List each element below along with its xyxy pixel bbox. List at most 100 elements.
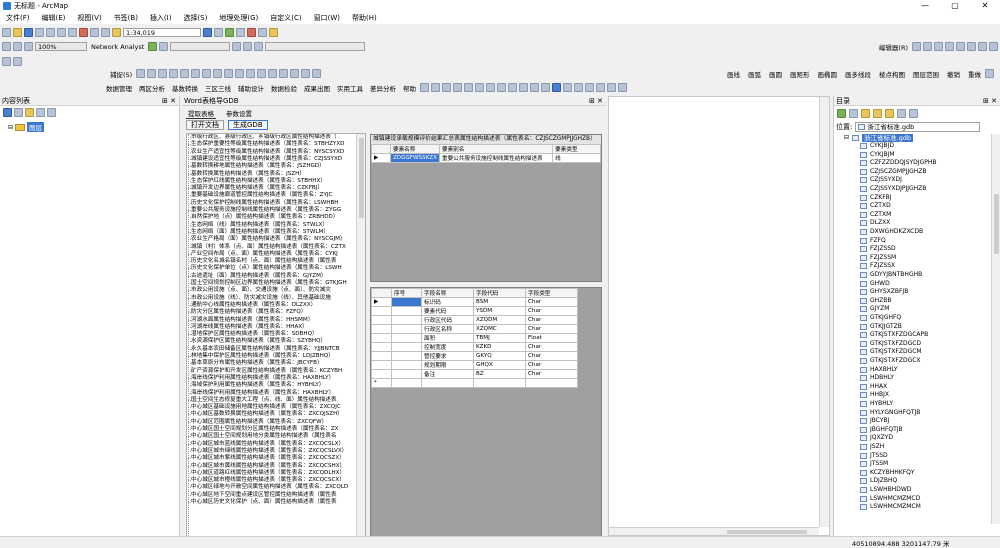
draw-line-icon[interactable]	[191, 69, 201, 78]
field-cell[interactable]	[391, 333, 422, 343]
tree-item[interactable]: 市政公用设施（线）、防灾减灾设施（线）、其他基础设施	[191, 295, 331, 302]
plugin-menu-item[interactable]: 两区分析	[137, 83, 167, 93]
field-cell[interactable]: Char	[525, 360, 578, 370]
tree-item[interactable]: 基数转换耕地属性结构描述表（属性表名：JSZHGD）	[191, 163, 325, 170]
open-document-button[interactable]: 打开文档	[186, 120, 224, 130]
maximize-button[interactable]: ▢	[940, 0, 970, 12]
tree-item[interactable]: 中心城区范围属性结构描述表（属性表名：ZXCQFW）	[191, 419, 327, 426]
tree-item[interactable]: 城镇建设适宜性等级属性结构描述表（属性表名：CZJSSYXD	[191, 156, 342, 163]
draw-dist-icon[interactable]	[312, 69, 322, 78]
feature-alias-cell[interactable]: 重要公共服务设施控制线属性结构描述表	[438, 153, 554, 163]
forward-icon[interactable]	[508, 83, 517, 92]
identify-icon[interactable]	[420, 83, 429, 92]
field-cell[interactable]: 管控要求	[421, 351, 474, 361]
field-cell[interactable]: Char	[525, 315, 578, 325]
edge-snap-icon[interactable]	[169, 69, 179, 78]
hatch-icon[interactable]	[2, 42, 11, 51]
zoom-combo[interactable]: 100%	[35, 42, 87, 51]
catalog-feature-class[interactable]: GTKJSTXFZDGCX	[860, 357, 921, 365]
catalog-feature-class[interactable]: GDYYJBNTBHGHB	[860, 271, 922, 279]
snapping-menu[interactable]: 捕捉(S)	[108, 69, 134, 79]
table-row[interactable]: 要素代码 YSDM Char	[371, 306, 578, 316]
catalog-feature-class[interactable]: GTKJSTXFZDGCD	[860, 340, 921, 348]
tree-item[interactable]: 海岸线保护利用属性结构描述表（属性表名：HAXBHLY）	[191, 375, 334, 382]
field-cell[interactable]: YSDM	[473, 306, 526, 316]
tree-item[interactable]: 历史文化保护控制线属性结构描述表（属性表名：LSWHBH	[191, 200, 339, 207]
tree-item[interactable]: 生态网络（面）属性结构描述表（属性表名：STWLM）	[191, 229, 329, 236]
catalog-feature-class[interactable]: GHYSXZBFJB	[860, 288, 908, 296]
table-icon[interactable]	[214, 28, 223, 37]
drawing-tool-button[interactable]: 画椭圆	[816, 69, 840, 79]
catalog-feature-class[interactable]: FZJZSSM	[860, 254, 896, 262]
hatch3-icon[interactable]	[24, 42, 33, 51]
field-cell[interactable]: Char	[525, 324, 578, 334]
tree-item[interactable]: 海岸线保护利用属性结构描述表（属性表名：HAXBHLY）	[191, 390, 334, 397]
tree-item[interactable]: 河湖水面属性结构描述表（属性表名：HHSMM）	[191, 317, 313, 324]
full-extent-icon[interactable]	[464, 83, 473, 92]
catalog-feature-class[interactable]: GTKJGHFQ	[860, 314, 901, 322]
tree-item[interactable]: 城镇（村）体系（点、面）属性结构描述表（属性表名：CZTX	[191, 244, 346, 251]
sketch-icon[interactable]	[923, 42, 932, 51]
catalog-feature-class[interactable]: JBGHFQTJB	[860, 426, 903, 434]
catalog-feature-class[interactable]: CZJSSYXDJ	[860, 176, 902, 184]
table-row[interactable]: 面积 TBMJ Float	[371, 333, 578, 343]
menu-item[interactable]: 自定义(C)	[264, 13, 307, 23]
html-popup-icon[interactable]	[596, 83, 605, 92]
catalog-scroll-thumb[interactable]	[994, 194, 999, 254]
tree-item[interactable]: 重要公共服务设施控制线属性结构描述表（属性表名：ZYGG	[191, 207, 341, 214]
drawing-tool-button[interactable]: 重做	[966, 69, 983, 79]
field-cell[interactable]	[391, 297, 422, 307]
catalog-feature-class[interactable]: KCZYBHHKFQY	[860, 469, 914, 477]
field-cell[interactable]	[525, 378, 578, 388]
catalog-feature-class[interactable]: HAXBHLY	[860, 366, 898, 374]
field-cell[interactable]	[391, 378, 422, 388]
catalog-feature-class[interactable]: LSWHMCMZMCM	[860, 503, 921, 511]
solve-icon[interactable]	[232, 42, 242, 51]
zoom-out-icon[interactable]	[442, 83, 451, 92]
tree-item[interactable]: 重要基础设施廊道管控属性结构描述表（属性表名：ZYJC	[191, 192, 332, 199]
table-row[interactable]: 行政区代码 XZQDM Char	[371, 315, 578, 325]
catalog-feature-class[interactable]: GTKJSTXFZDGCM	[860, 348, 922, 356]
expand-icon[interactable]: ⊟	[8, 124, 13, 131]
catalog-feature-class[interactable]: GHWD	[860, 280, 890, 288]
tree-item[interactable]: 基本草原分布属性结构描述表（属性表名：JBCYFB）	[191, 360, 323, 367]
delete-icon[interactable]	[79, 28, 88, 37]
expand-icon[interactable]: ⊟	[844, 134, 849, 142]
catalog-close-icon[interactable]: ⊞ ✕	[983, 96, 997, 106]
map-hscroll-thumb[interactable]	[727, 530, 807, 534]
cut-icon[interactable]	[46, 28, 55, 37]
hyperlink-icon[interactable]	[585, 83, 594, 92]
feature-name-cell[interactable]: ZDGGFWSSKZX	[389, 153, 440, 163]
connect-folder-icon[interactable]	[885, 109, 894, 118]
plugin-menu-item[interactable]: 三区三线	[203, 83, 233, 93]
tree-scroll-thumb[interactable]	[359, 138, 364, 218]
table-row[interactable]: 备注 BZ Char	[371, 369, 578, 379]
open-icon[interactable]	[13, 28, 22, 37]
drawing-tool-button[interactable]: 图层范围	[911, 69, 941, 79]
measure-icon[interactable]	[574, 83, 583, 92]
table-row[interactable]: 控制宽度 KZKD Char	[371, 342, 578, 352]
field-cell[interactable]	[421, 378, 474, 388]
field-cell[interactable]	[473, 378, 526, 388]
draw-freehand-icon[interactable]	[246, 69, 256, 78]
network-analyst-menu[interactable]: Network Analyst	[89, 43, 146, 51]
drawing-tool-button[interactable]: 画矩形	[788, 69, 812, 79]
field-cell[interactable]: Char	[525, 297, 578, 307]
layer-item[interactable]: ⊟ 图层	[8, 122, 45, 132]
drawing-tool-button[interactable]: 画圆	[767, 69, 784, 79]
map-vscrollbar[interactable]	[819, 97, 829, 527]
catalog-feature-class[interactable]: CYKJBJM	[860, 151, 895, 159]
menu-item[interactable]: 地理处理(G)	[213, 13, 264, 23]
field-cell[interactable]: 行政区代码	[421, 315, 474, 325]
clear-selection-icon[interactable]	[530, 83, 539, 92]
create-features-icon[interactable]	[989, 42, 998, 51]
tree-item[interactable]: 生态网络（线）属性结构描述表（属性表名：STWLX）	[191, 222, 328, 229]
new-icon[interactable]	[2, 28, 11, 37]
catalog-feature-class[interactable]: CZKFBJ	[860, 194, 892, 202]
tree-item[interactable]: 市级行政区、县级行政区、乡镇级行政区属性结构描述表（	[191, 134, 336, 141]
back-icon[interactable]	[497, 83, 506, 92]
modelbuilder-icon[interactable]	[269, 28, 278, 37]
back-arrow-icon[interactable]	[837, 109, 846, 118]
catalog-feature-class[interactable]: GTKJJGTZB	[860, 323, 902, 331]
location-combo[interactable]: 浙江省标准.gdb	[855, 122, 981, 132]
